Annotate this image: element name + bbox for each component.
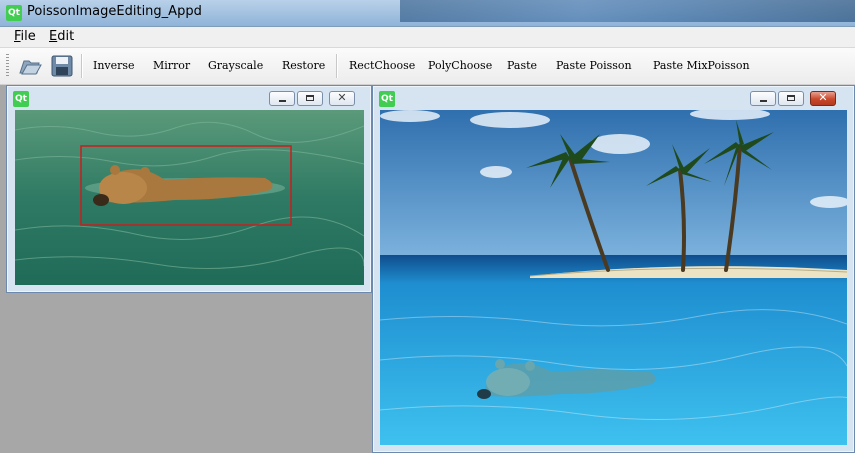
paste-button[interactable]: Paste <box>507 59 537 72</box>
close-icon: ✕ <box>818 91 828 104</box>
qt-logo-icon: Qt <box>13 91 29 107</box>
minimize-button[interactable] <box>750 91 776 106</box>
title-bar: Qt PoissonImageEditing_Appd <box>0 0 855 27</box>
grayscale-button[interactable]: Grayscale <box>208 59 263 72</box>
target-window-controls: ✕ <box>750 91 836 107</box>
menu-file[interactable]: File <box>12 29 38 44</box>
rectchoose-button[interactable]: RectChoose <box>349 59 415 72</box>
polychoose-button[interactable]: PolyChoose <box>428 59 492 72</box>
window-title: PoissonImageEditing_Appd <box>27 4 202 19</box>
bear-photo <box>15 110 364 285</box>
close-button[interactable]: ✕ <box>810 91 836 106</box>
save-disk-icon[interactable] <box>49 53 75 79</box>
toolbar-grip[interactable] <box>6 54 9 78</box>
toolbar-separator <box>81 54 83 78</box>
qt-logo-icon: Qt <box>6 5 22 21</box>
target-window-titlebar[interactable]: Qt ✕ <box>373 86 854 110</box>
source-window-titlebar[interactable]: Qt ✕ <box>7 86 371 110</box>
island-photo <box>380 110 847 445</box>
source-image-window[interactable]: Qt ✕ <box>6 85 372 293</box>
toolbar: Inverse Mirror Grayscale Restore RectCho… <box>0 48 855 85</box>
source-window-controls: ✕ <box>269 91 355 107</box>
restore-window-button[interactable] <box>297 91 323 106</box>
minimize-button[interactable] <box>269 91 295 106</box>
restore-button[interactable]: Restore <box>282 59 325 72</box>
qt-logo-icon: Qt <box>379 91 395 107</box>
menu-file-rest: ile <box>20 29 36 44</box>
menu-bar: File Edit <box>0 27 855 48</box>
menu-edit[interactable]: Edit <box>47 29 76 44</box>
toolbar-separator <box>336 54 338 78</box>
menu-edit-rest: dit <box>57 29 75 44</box>
inverse-button[interactable]: Inverse <box>93 59 135 72</box>
background-window-strip <box>400 0 855 22</box>
target-image-window[interactable]: Qt ✕ <box>372 85 855 453</box>
maximize-icon <box>787 95 795 101</box>
target-image-canvas[interactable] <box>380 110 847 445</box>
minimize-icon <box>279 100 286 102</box>
minimize-icon <box>760 100 767 102</box>
restore-window-button[interactable] <box>778 91 804 106</box>
close-icon: ✕ <box>337 91 347 104</box>
mirror-button[interactable]: Mirror <box>153 59 190 72</box>
maximize-icon <box>306 95 314 101</box>
paste-mixpoisson-button[interactable]: Paste MixPoisson <box>653 59 750 72</box>
paste-poisson-button[interactable]: Paste Poisson <box>556 59 632 72</box>
close-button[interactable]: ✕ <box>329 91 355 106</box>
source-image-canvas[interactable] <box>15 110 364 285</box>
open-folder-icon[interactable] <box>17 53 43 79</box>
